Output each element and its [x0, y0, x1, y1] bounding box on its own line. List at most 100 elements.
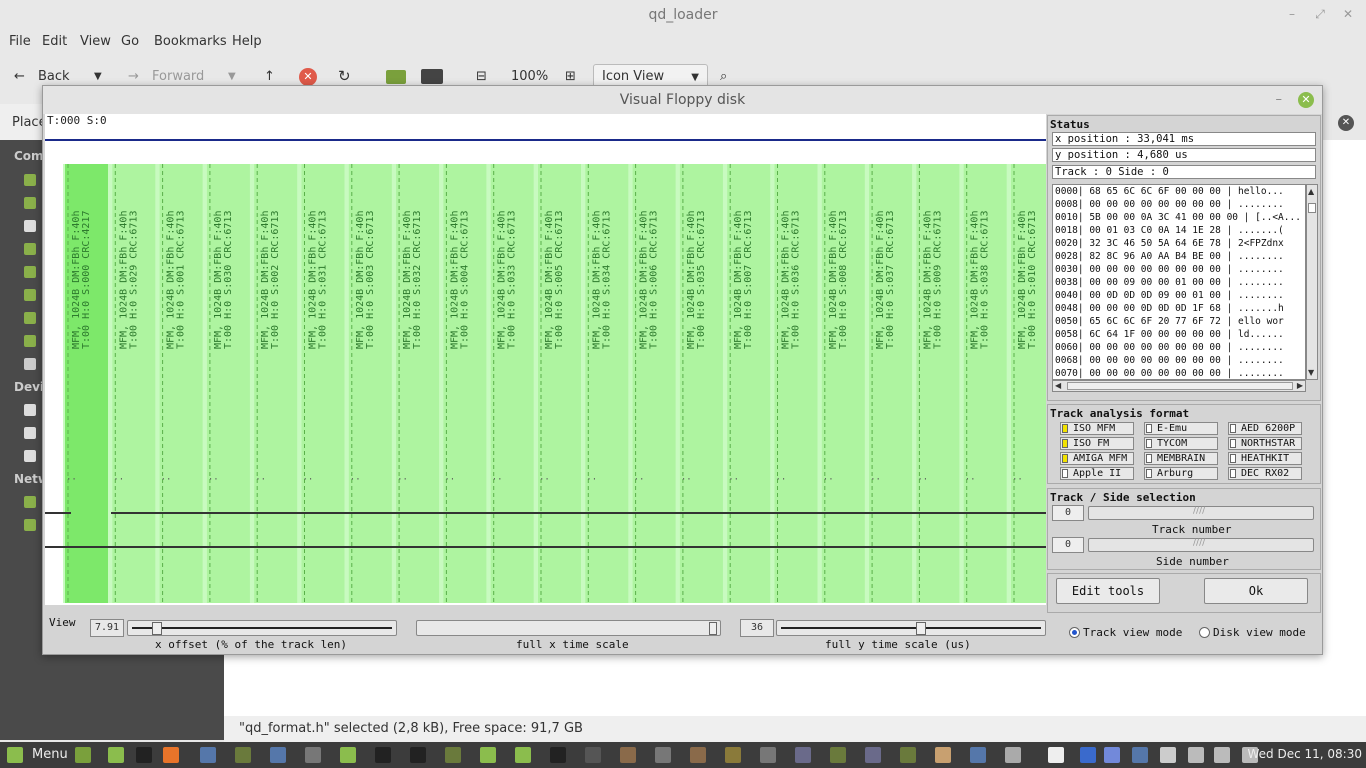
folder-icon[interactable] — [24, 312, 36, 324]
network-icon[interactable] — [24, 519, 36, 531]
close-pane-icon[interactable]: ✕ — [1338, 115, 1354, 131]
window-button-icon[interactable] — [830, 747, 846, 763]
menu-view[interactable]: View — [80, 34, 111, 49]
edit-tools-button[interactable]: Edit tools — [1056, 578, 1160, 604]
scroll-left-icon[interactable]: ◀ — [1055, 381, 1061, 390]
hex-horizontal-scrollbar[interactable]: ◀ ▶ — [1052, 380, 1306, 392]
window-button-icon[interactable] — [550, 747, 566, 763]
reload-icon[interactable]: ↻ — [338, 67, 351, 85]
window-button-icon[interactable] — [620, 747, 636, 763]
skype-icon[interactable] — [1048, 747, 1064, 763]
window-button-icon[interactable] — [760, 747, 776, 763]
firefox-icon[interactable] — [163, 747, 179, 763]
window-button-icon[interactable] — [900, 747, 916, 763]
checkbox-dec-rx02[interactable]: DEC RX02 — [1228, 467, 1302, 480]
trash-icon[interactable] — [24, 358, 36, 370]
music-folder-icon[interactable] — [24, 289, 36, 301]
window-button-icon[interactable] — [795, 747, 811, 763]
checkbox-membrain[interactable]: MEMBRAIN — [1144, 452, 1218, 465]
stop-icon[interactable]: ✕ — [299, 68, 317, 86]
scroll-thumb[interactable] — [1308, 203, 1316, 213]
bluetooth-icon[interactable] — [1080, 747, 1096, 763]
track-canvas[interactable]: MFM, 1024B DM:FBh F:40h T:00 H:0 S:000 CR… — [45, 114, 1046, 605]
window-button-icon[interactable] — [305, 747, 321, 763]
checkbox-iso-mfm[interactable]: ISO MFM — [1060, 422, 1134, 435]
close-icon[interactable]: ✕ — [1298, 92, 1314, 108]
checkbox-northstar[interactable]: NORTHSTAR — [1228, 437, 1302, 450]
close-icon[interactable]: ✕ — [1340, 6, 1356, 22]
menu-edit[interactable]: Edit — [42, 34, 67, 49]
checkbox-aed-6200p[interactable]: AED 6200P — [1228, 422, 1302, 435]
window-button-icon[interactable] — [585, 747, 601, 763]
window-button-icon[interactable] — [235, 747, 251, 763]
back-arrow-icon[interactable]: ← — [14, 69, 25, 84]
window-button-icon[interactable] — [865, 747, 881, 763]
terminal-icon[interactable] — [136, 747, 152, 763]
folder-icon[interactable] — [24, 174, 36, 186]
window-button-icon[interactable] — [340, 747, 356, 763]
wifi-icon[interactable] — [1160, 747, 1176, 763]
computer-icon[interactable] — [421, 69, 443, 84]
search-icon[interactable]: ⌕ — [720, 69, 727, 84]
menu-button[interactable]: Menu — [32, 747, 68, 762]
checkbox-apple-ii[interactable]: Apple II — [1060, 467, 1134, 480]
menu-help[interactable]: Help — [232, 34, 262, 49]
checkbox-amiga-mfm[interactable]: AMIGA MFM — [1060, 452, 1134, 465]
minimize-icon[interactable]: – — [1276, 92, 1283, 107]
track-view-mode-radio[interactable]: Track view mode — [1069, 626, 1182, 639]
window-button-icon[interactable] — [655, 747, 671, 763]
folder-icon[interactable] — [24, 266, 36, 278]
slider-thumb[interactable] — [916, 622, 926, 635]
window-button-icon[interactable] — [410, 747, 426, 763]
disk-view-mode-radio[interactable]: Disk view mode — [1199, 626, 1306, 639]
forward-button[interactable]: Forward — [152, 69, 204, 84]
back-button[interactable]: Back — [38, 69, 70, 84]
window-button-icon[interactable] — [515, 747, 531, 763]
minimize-icon[interactable]: – — [1284, 6, 1300, 22]
scroll-down-icon[interactable]: ▼ — [1308, 368, 1314, 377]
home-folder-icon[interactable] — [386, 70, 406, 84]
places-tab[interactable]: Place — [0, 104, 47, 140]
volume-icon[interactable] — [1214, 747, 1230, 763]
shield-icon[interactable] — [1132, 747, 1148, 763]
side-number-slider[interactable]: //// — [1088, 538, 1314, 552]
hex-dump[interactable]: 0000| 68 65 6C 6C 6F 00 00 00 | hello...… — [1052, 184, 1306, 380]
window-button-icon[interactable] — [270, 747, 286, 763]
window-button-icon[interactable] — [970, 747, 986, 763]
folder-icon[interactable] — [24, 335, 36, 347]
folder-icon[interactable] — [24, 243, 36, 255]
discord-icon[interactable] — [1104, 747, 1120, 763]
track-number-slider[interactable]: //// — [1088, 506, 1314, 520]
zoom-in-icon[interactable]: ⊞ — [565, 69, 576, 84]
maximize-icon[interactable]: ⤢ — [1312, 6, 1328, 22]
forward-arrow-icon[interactable]: → — [128, 69, 139, 84]
window-button-icon[interactable] — [200, 747, 216, 763]
slider-thumb[interactable] — [709, 622, 717, 635]
mint-menu-icon[interactable] — [7, 747, 23, 763]
scroll-thumb[interactable] — [1067, 382, 1293, 390]
drive-icon[interactable] — [24, 427, 36, 439]
window-button-icon-active[interactable] — [1005, 747, 1021, 763]
window-button-icon[interactable] — [935, 747, 951, 763]
hex-vertical-scrollbar[interactable]: ▲ ▼ — [1306, 184, 1318, 380]
menu-file[interactable]: File — [9, 34, 31, 49]
mic-muted-icon[interactable] — [1188, 747, 1204, 763]
x-offset-slider[interactable] — [127, 620, 397, 636]
drive-icon[interactable] — [24, 404, 36, 416]
window-button-icon[interactable] — [375, 747, 391, 763]
chevron-down-icon[interactable]: ▼ — [228, 71, 236, 82]
drive-icon[interactable] — [24, 450, 36, 462]
checkbox-heathkit[interactable]: HEATHKIT — [1228, 452, 1302, 465]
menu-bookmarks[interactable]: Bookmarks — [154, 34, 227, 49]
menu-go[interactable]: Go — [121, 34, 139, 49]
up-arrow-icon[interactable]: ↑ — [264, 69, 275, 84]
chevron-down-icon[interactable]: ▼ — [94, 71, 102, 82]
files-icon[interactable] — [108, 747, 124, 763]
slider-thumb[interactable] — [152, 622, 163, 635]
show-desktop-icon[interactable] — [75, 747, 91, 763]
zoom-out-icon[interactable]: ⊟ — [476, 69, 487, 84]
folder-icon[interactable] — [24, 197, 36, 209]
scroll-up-icon[interactable]: ▲ — [1308, 187, 1314, 196]
window-button-icon[interactable] — [445, 747, 461, 763]
window-button-icon[interactable] — [725, 747, 741, 763]
